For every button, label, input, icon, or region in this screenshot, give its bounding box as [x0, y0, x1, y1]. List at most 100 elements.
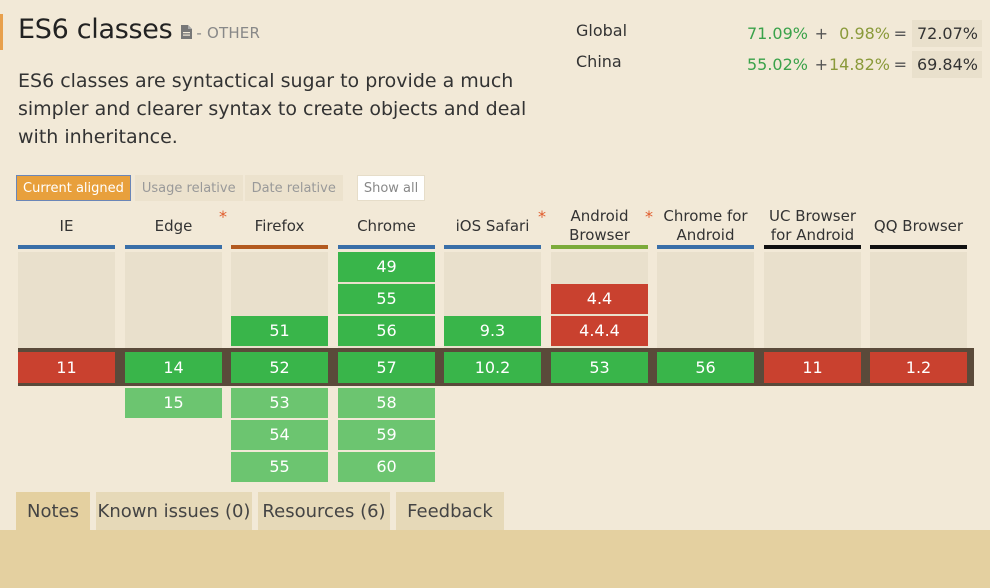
version-cell[interactable]: 56: [338, 316, 435, 346]
usage-partial: 14.82%: [828, 55, 890, 74]
future-version-cell[interactable]: 53: [231, 388, 328, 418]
current-version-cell[interactable]: 14: [125, 352, 222, 383]
usage-row-china: China 55.02% + 14.82% = 69.84%: [576, 51, 982, 82]
browser-underline: [551, 245, 648, 249]
version-cell[interactable]: 4.4: [551, 284, 648, 314]
usage-supported: 55.02%: [746, 55, 808, 74]
browser-header[interactable]: iOS Safari *: [444, 200, 546, 250]
usage-plus: +: [814, 24, 828, 43]
usage-equals: =: [893, 24, 907, 43]
browser-underline: [444, 245, 541, 249]
usage-relative-button[interactable]: Usage relative: [134, 175, 243, 201]
current-version-cell[interactable]: 53: [551, 352, 648, 383]
browser-column: Firefox 51 52 53 54 55: [231, 200, 328, 490]
version-cell[interactable]: 51: [231, 316, 328, 346]
tab-resources[interactable]: Resources (6): [258, 492, 390, 530]
browser-header[interactable]: Chrome for Android: [657, 200, 754, 250]
future-version-cell[interactable]: 58: [338, 388, 435, 418]
browser-underline: [18, 245, 115, 249]
usage-plus: +: [814, 55, 828, 74]
feature-accent-bar: [0, 14, 3, 50]
feature-category[interactable]: - OTHER: [196, 24, 260, 42]
prefix-note-asterisk[interactable]: *: [219, 207, 227, 226]
prefix-note-asterisk[interactable]: *: [645, 207, 653, 226]
current-version-cell[interactable]: 11: [764, 352, 861, 383]
future-version-cell[interactable]: 15: [125, 388, 222, 418]
usage-region-label[interactable]: China: [576, 52, 622, 71]
current-aligned-button[interactable]: Current aligned: [16, 175, 131, 201]
browser-name: Android: [570, 207, 629, 225]
browser-header[interactable]: QQ Browser: [870, 200, 967, 250]
browser-header[interactable]: Android Browser *: [551, 200, 653, 250]
future-version-cell[interactable]: 59: [338, 420, 435, 450]
past-versions-area: [657, 252, 754, 348]
usage-equals: =: [893, 55, 907, 74]
notes-panel: [0, 530, 990, 588]
prefix-note-asterisk[interactable]: *: [538, 207, 546, 226]
browser-header[interactable]: Firefox: [231, 200, 328, 250]
feature-header: ES6 classes - OTHER: [18, 14, 260, 45]
browser-column: IE 11: [18, 200, 115, 490]
current-version-cell[interactable]: 56: [657, 352, 754, 383]
browser-name: Edge: [154, 216, 193, 235]
browser-column: QQ Browser 1.2: [870, 200, 967, 490]
version-cell[interactable]: 55: [338, 284, 435, 314]
browser-name: QQ Browser: [873, 216, 964, 235]
feature-title[interactable]: ES6 classes: [18, 14, 173, 45]
browser-column: UC Browser for Android 11: [764, 200, 861, 490]
browser-column: Android Browser * 4.4 4.4.4 53: [551, 200, 653, 490]
browser-name: UC Browser: [768, 207, 856, 225]
browser-underline: [125, 245, 222, 249]
tab-notes[interactable]: Notes: [16, 492, 90, 530]
browser-header[interactable]: UC Browser for Android: [764, 200, 861, 250]
date-relative-button[interactable]: Date relative: [244, 175, 343, 201]
browser-name-line2: Browser: [569, 226, 630, 244]
version-cell[interactable]: 4.4.4: [551, 316, 648, 346]
usage-stats: Global 71.09% + 0.98% = 72.07% China 55.…: [576, 20, 982, 82]
current-version-cell[interactable]: 10.2: [444, 352, 541, 383]
usage-region-label[interactable]: Global: [576, 21, 627, 40]
current-version-cell[interactable]: 11: [18, 352, 115, 383]
browser-name: Firefox: [254, 216, 305, 235]
browser-header[interactable]: IE: [18, 200, 115, 250]
version-cell[interactable]: 9.3: [444, 316, 541, 346]
browser-header[interactable]: Chrome: [338, 200, 435, 250]
browser-underline: [338, 245, 435, 249]
current-version-cell[interactable]: 52: [231, 352, 328, 383]
browser-name: Chrome for: [663, 207, 748, 225]
browser-header[interactable]: Edge *: [125, 200, 227, 250]
usage-total: 69.84%: [912, 51, 982, 78]
browser-name: iOS Safari: [455, 216, 530, 235]
browser-name: Chrome: [357, 216, 416, 235]
past-versions-area: [18, 252, 115, 348]
browser-underline: [657, 245, 754, 249]
view-mode-buttons: Current aligned Usage relative Date rela…: [16, 175, 427, 201]
tab-feedback[interactable]: Feedback: [396, 492, 504, 530]
browser-underline: [870, 245, 967, 249]
browser-column: Edge * 14 15: [125, 200, 227, 490]
show-all-button[interactable]: Show all: [356, 175, 426, 201]
browser-column: Chrome 49 55 56 57 58 59 60: [338, 200, 435, 490]
usage-supported: 71.09%: [746, 24, 808, 43]
document-icon[interactable]: [181, 24, 193, 39]
usage-row-global: Global 71.09% + 0.98% = 72.07%: [576, 20, 982, 51]
browser-name-line2: for Android: [770, 226, 855, 244]
info-tabs: Notes Known issues (0) Resources (6) Feedba…: [16, 492, 990, 530]
future-version-cell[interactable]: 54: [231, 420, 328, 450]
browser-name-line2: Android: [676, 226, 735, 244]
past-versions-area: [764, 252, 861, 348]
feature-description: ES6 classes are syntactical sugar to pro…: [18, 70, 527, 148]
browser-underline: [764, 245, 861, 249]
future-version-cell[interactable]: 60: [338, 452, 435, 482]
version-cell[interactable]: 49: [338, 252, 435, 282]
current-version-cell[interactable]: 1.2: [870, 352, 967, 383]
usage-total: 72.07%: [912, 20, 982, 47]
past-versions-area: [870, 252, 967, 348]
browser-column: Chrome for Android 56: [657, 200, 754, 490]
past-versions-area: [125, 252, 222, 348]
future-version-cell[interactable]: 55: [231, 452, 328, 482]
browser-name: IE: [59, 216, 74, 235]
browser-underline: [231, 245, 328, 249]
current-version-cell[interactable]: 57: [338, 352, 435, 383]
tab-known[interactable]: Known issues (0): [96, 492, 252, 530]
